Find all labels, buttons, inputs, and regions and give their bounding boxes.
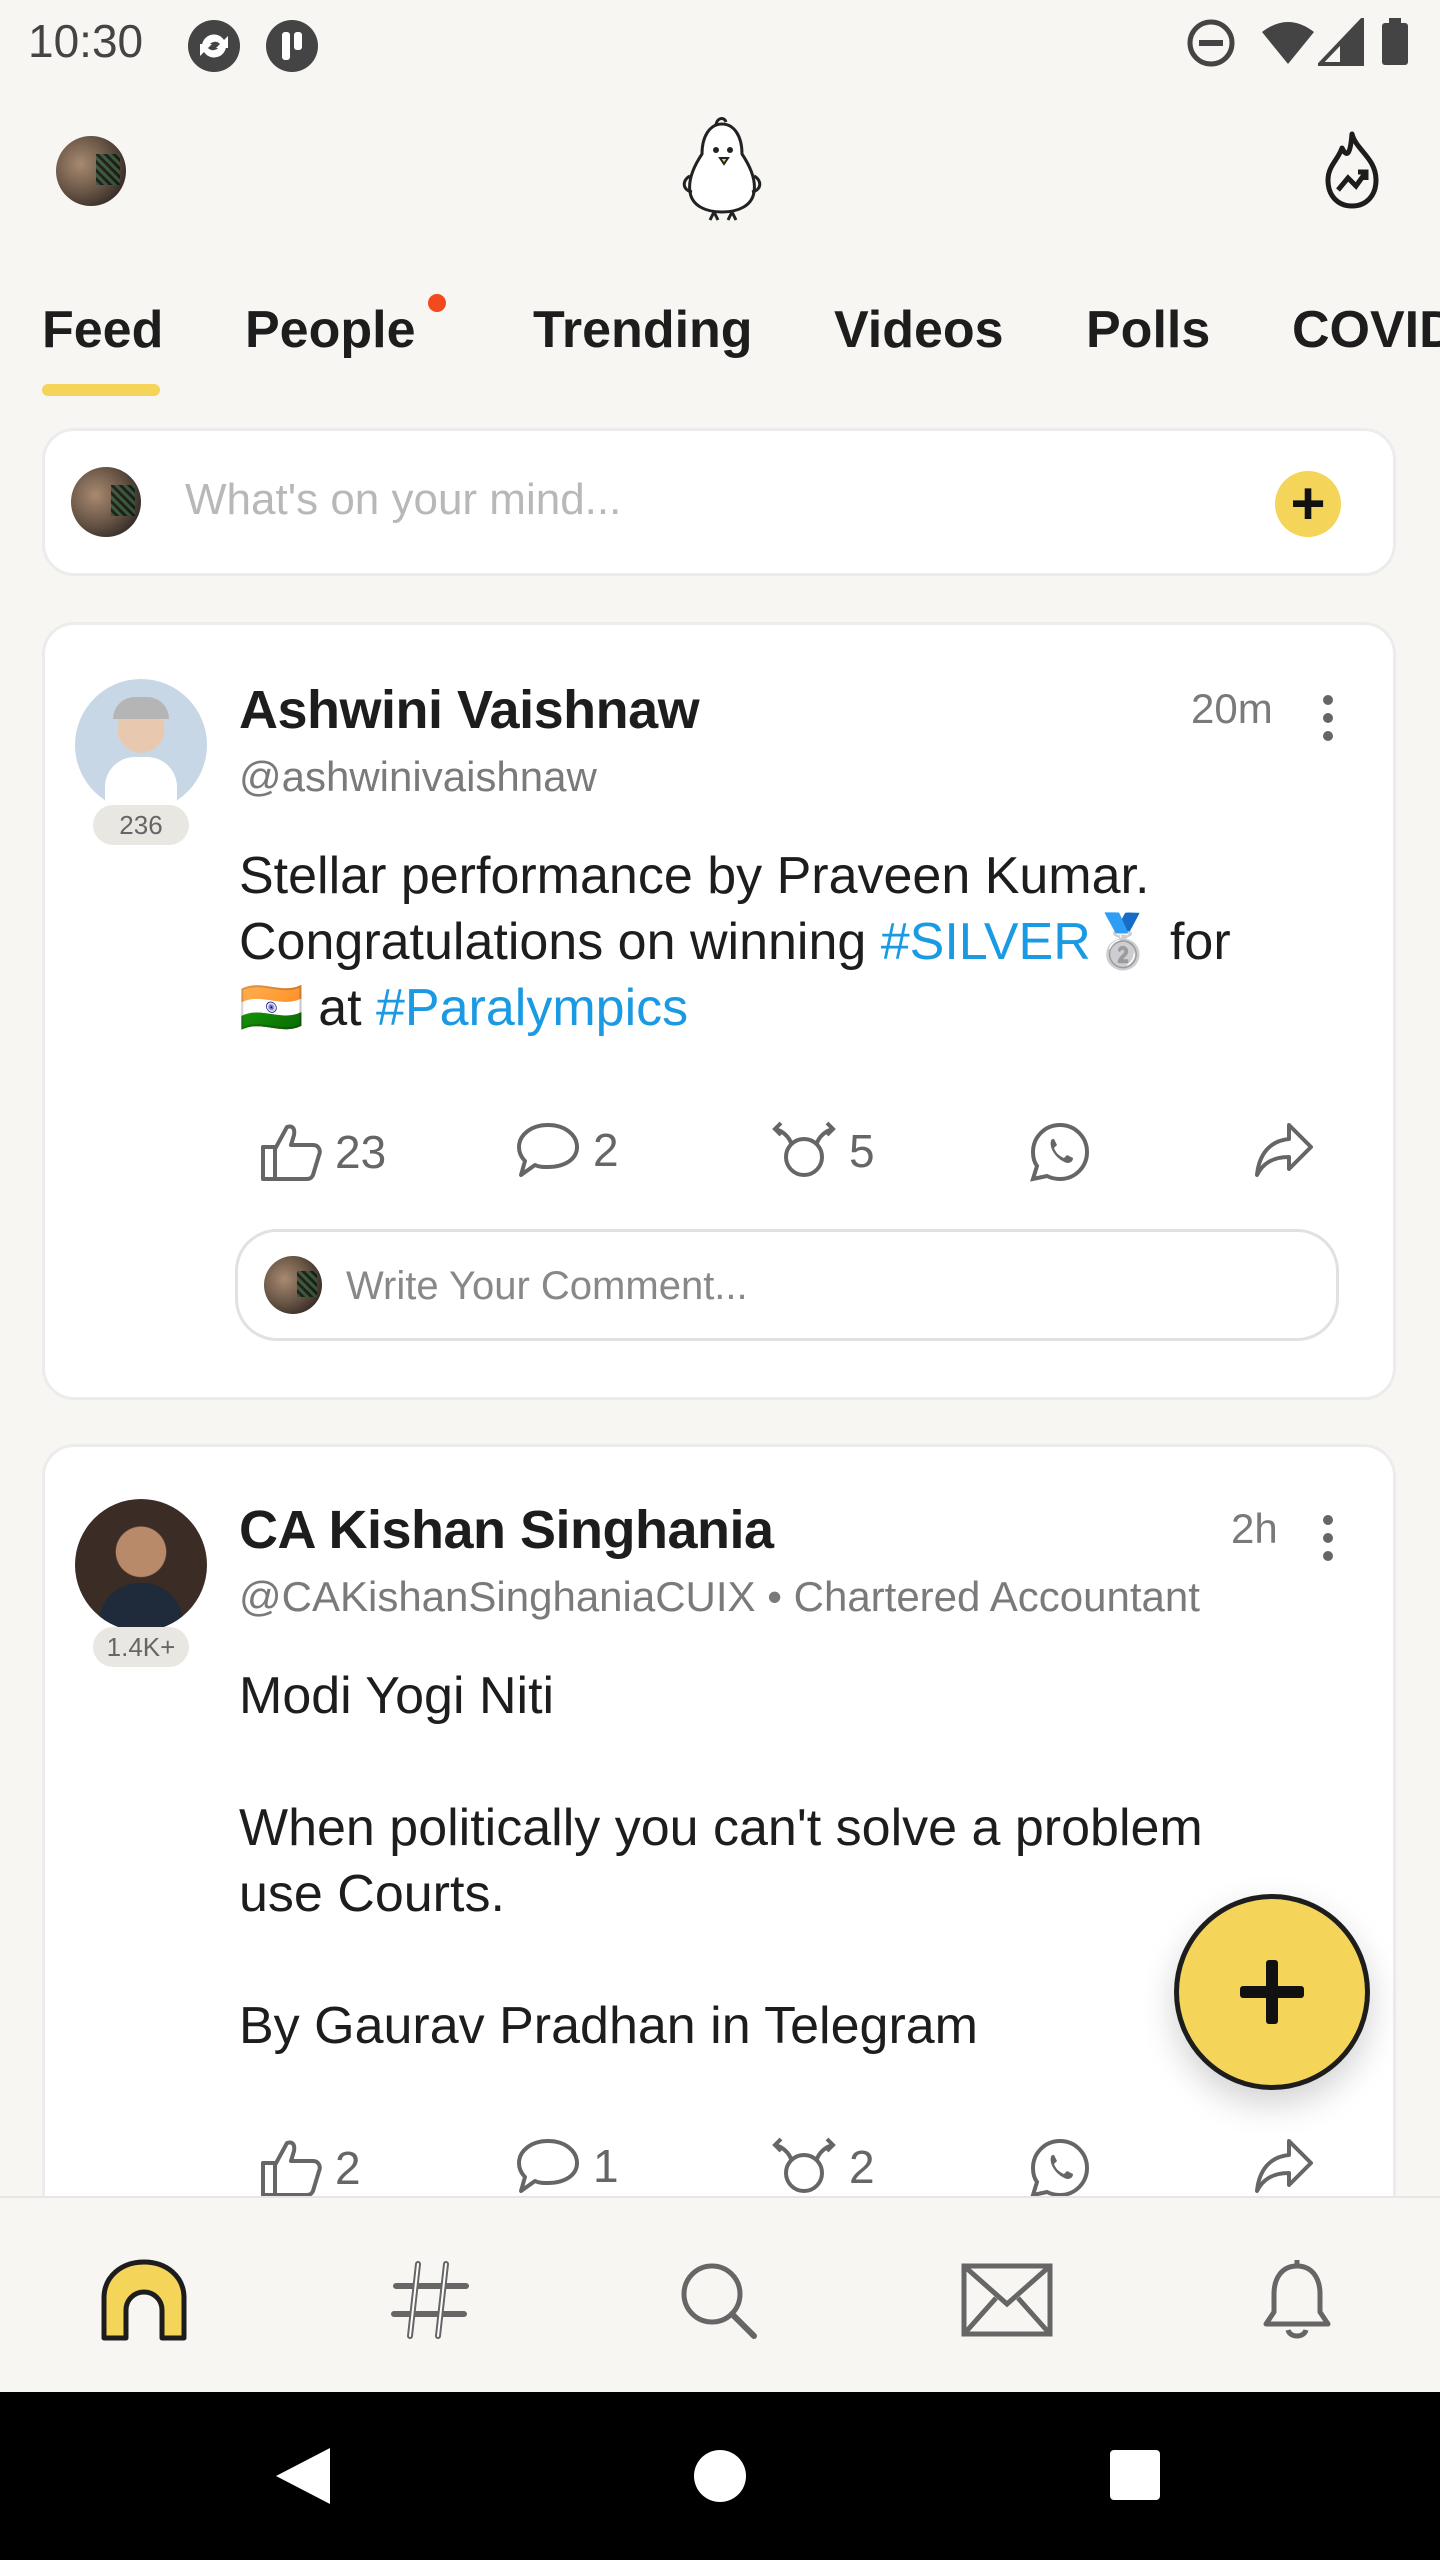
home-icon[interactable]	[96, 2258, 192, 2342]
tab-people[interactable]: People	[245, 300, 416, 360]
like-button[interactable]: 23	[259, 1121, 386, 1183]
more-options-icon[interactable]	[1323, 695, 1333, 749]
notification-dot	[428, 294, 446, 312]
comment-button[interactable]: 1	[515, 2137, 619, 2195]
tab-polls[interactable]: Polls	[1086, 300, 1210, 360]
like-count: 2	[335, 2142, 361, 2194]
share-icon[interactable]	[1253, 1121, 1315, 1179]
post-card: 236 Ashwini Vaishnaw @ashwinivaishnaw 20…	[42, 622, 1396, 1400]
plus-icon	[1240, 1960, 1304, 2024]
rekoo-count: 5	[849, 1125, 875, 1177]
tab-feed[interactable]: Feed	[42, 300, 163, 360]
battery-icon	[1382, 18, 1408, 65]
hashtag-icon[interactable]	[388, 2258, 472, 2342]
like-button[interactable]: 2	[259, 2137, 361, 2199]
hashtag-link[interactable]: #SILVER	[881, 913, 1091, 971]
trending-fire-icon[interactable]	[1320, 130, 1384, 210]
whatsapp-icon[interactable]	[1029, 1121, 1091, 1183]
comment-icon	[517, 1123, 579, 1177]
post-text-line: 🇮🇳 at #Paralympics	[239, 979, 689, 1037]
dnd-icon	[1187, 19, 1235, 67]
post-card: 1.4K+ CA Kishan Singhania @CAKishanSingh…	[42, 1444, 1396, 2204]
more-options-icon[interactable]	[1323, 1515, 1333, 1569]
back-icon[interactable]	[270, 2444, 334, 2508]
post-text-line: When politically you can't solve a probl…	[239, 1799, 1203, 1857]
composer-avatar	[71, 467, 141, 537]
post-text: Stellar performance by Praveen Kumar. Co…	[239, 843, 1359, 1041]
tab-videos[interactable]: Videos	[834, 300, 1004, 360]
comment-count: 2	[593, 1124, 619, 1176]
comment-icon	[517, 2139, 579, 2193]
tab-trending[interactable]: Trending	[533, 300, 753, 360]
thumbs-up-icon	[261, 1124, 322, 1181]
composer-add-button[interactable]: +	[1275, 471, 1341, 537]
whatsapp-icon[interactable]	[1029, 2137, 1091, 2199]
status-time: 10:30	[28, 15, 144, 67]
feed-tabs: Feed People Trending Videos Polls COVID	[0, 270, 1440, 410]
rekoo-button[interactable]: 5	[771, 1121, 875, 1181]
author-name[interactable]: CA Kishan Singhania	[239, 1499, 774, 1561]
mail-icon[interactable]	[960, 2262, 1054, 2338]
rekoo-icon	[772, 2137, 836, 2193]
author-avatar[interactable]	[75, 679, 207, 811]
comment-input[interactable]: Write Your Comment...	[235, 1229, 1339, 1341]
status-bar: 10:30	[0, 0, 1440, 84]
app-header	[0, 84, 1440, 264]
author-avatar[interactable]	[75, 1499, 207, 1631]
post-time: 2h	[1231, 1505, 1278, 1552]
like-count: 23	[335, 1126, 387, 1178]
tab-covid[interactable]: COVID	[1292, 300, 1440, 360]
app-icon	[266, 20, 318, 72]
composer[interactable]: What's on your mind... +	[42, 428, 1396, 576]
create-post-fab[interactable]	[1174, 1894, 1370, 2090]
bottom-nav	[0, 2196, 1440, 2394]
rekoo-button[interactable]: 2	[771, 2137, 875, 2197]
post-time: 20m	[1191, 685, 1273, 732]
author-profession: • Chartered Accountant	[767, 1573, 1200, 1620]
wifi-icon	[1262, 22, 1314, 64]
author-handle[interactable]: @ashwinivaishnaw	[239, 753, 597, 801]
post-text-line: Congratulations on winning #SILVER🥈 for	[239, 913, 1231, 971]
share-icon[interactable]	[1253, 2137, 1315, 2195]
recents-icon[interactable]	[1108, 2448, 1162, 2502]
author-handle[interactable]: @CAKishanSinghaniaCUIX	[239, 1573, 756, 1620]
comment-button[interactable]: 2	[515, 1121, 619, 1179]
author-name[interactable]: Ashwini Vaishnaw	[239, 679, 700, 741]
search-icon[interactable]	[676, 2258, 760, 2342]
followers-badge: 1.4K+	[93, 1627, 189, 1667]
profile-avatar[interactable]	[56, 136, 126, 206]
sync-icon	[188, 20, 240, 72]
active-tab-indicator	[42, 384, 160, 396]
comment-placeholder[interactable]: Write Your Comment...	[346, 1264, 748, 1309]
thumbs-up-icon	[261, 2140, 322, 2197]
rekoo-icon	[772, 1121, 836, 1177]
followers-badge: 236	[93, 805, 189, 845]
rekoo-count: 2	[849, 2141, 875, 2193]
post-text-line: use Courts.	[239, 1865, 505, 1923]
koo-bird-icon	[682, 117, 762, 221]
post-text-line: Stellar performance by Praveen Kumar.	[239, 847, 1150, 905]
system-nav-bar	[0, 2392, 1440, 2560]
signal-icon	[1318, 18, 1364, 66]
author-handle-line: @CAKishanSinghaniaCUIX • Chartered Accou…	[239, 1573, 1200, 1621]
bell-icon[interactable]	[1262, 2258, 1332, 2342]
composer-placeholder[interactable]: What's on your mind...	[185, 475, 621, 525]
commenter-avatar	[264, 1256, 322, 1314]
home-button-icon[interactable]	[692, 2448, 748, 2504]
comment-count: 1	[593, 2140, 619, 2192]
hashtag-link[interactable]: #Paralympics	[376, 979, 688, 1037]
post-text-line: Modi Yogi Niti	[239, 1667, 555, 1725]
